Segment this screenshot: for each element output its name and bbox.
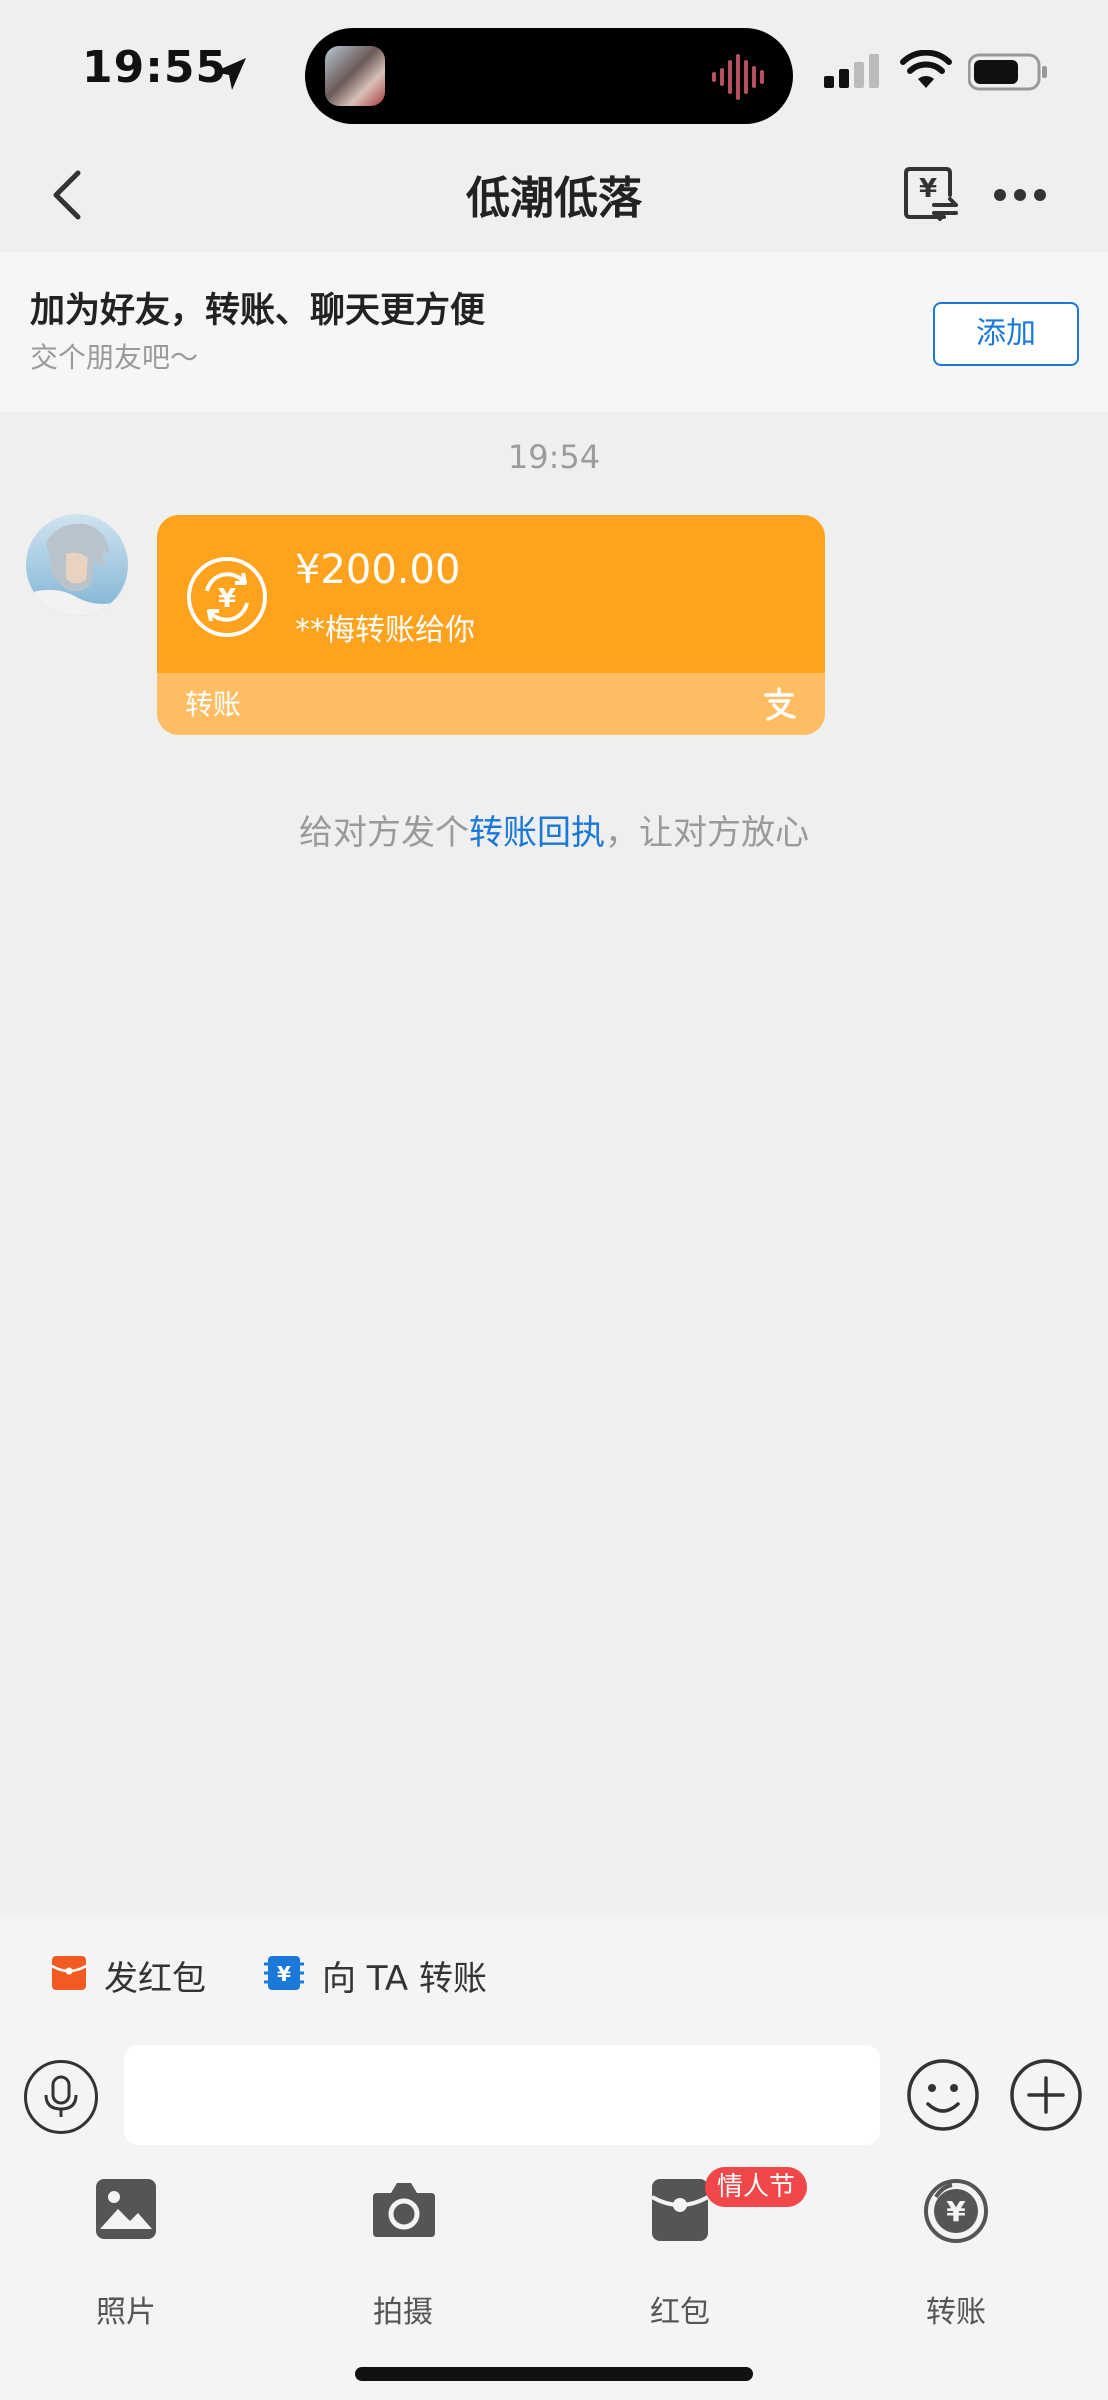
transfer-icon: ¥ (264, 1956, 304, 1990)
transfer-message-card[interactable]: ¥ ¥200.00 **梅转账给你 转账 (157, 515, 825, 735)
send-red-packet-label: 发红包 (104, 1959, 206, 1999)
more-tools-button[interactable] (1009, 2058, 1083, 2132)
svg-text:¥: ¥ (277, 1962, 291, 1986)
home-indicator[interactable] (355, 2367, 753, 2381)
emoji-button[interactable] (906, 2058, 980, 2132)
alipay-icon (764, 687, 796, 721)
battery-icon (968, 53, 1047, 91)
location-arrow-icon (214, 58, 246, 90)
banner-title: 加为好友，转账、聊天更方便 (30, 291, 486, 331)
avatar-image (26, 514, 128, 616)
message-input[interactable] (124, 2045, 880, 2145)
transfer-circle-icon: ¥ (187, 557, 267, 637)
red-packet-icon (51, 1956, 87, 1990)
transfer-card-label: 转账 (185, 688, 242, 721)
transfer-to-ta-chip[interactable]: ¥ 向 TA 转账 (248, 1939, 498, 2005)
message-timestamp: 19:54 (507, 438, 601, 476)
microphone-icon (44, 2075, 78, 2117)
add-friend-button[interactable]: 添加 (933, 302, 1079, 366)
cellular-signal-icon (824, 54, 879, 88)
tool-red-packet[interactable]: 情人节 红包 (600, 2167, 808, 2330)
bottom-input-panel: 发红包 ¥ 向 TA 转账 照片 拍摄 情人节 红包 ¥ 转账 (0, 1915, 1108, 2400)
transfer-card-footer: 转账 (157, 673, 825, 735)
receipt-tip-before: 给对方发个 (299, 813, 469, 853)
transfer-note: **梅转账给你 (295, 613, 475, 648)
banner-subtitle: 交个朋友吧～ (30, 341, 199, 374)
photo-icon (96, 2179, 156, 2239)
receipt-tip-after: ，让对方放心 (605, 813, 809, 853)
wifi-icon (900, 50, 952, 88)
tool-red-packet-label: 红包 (650, 2295, 710, 2330)
tool-camera[interactable]: 拍摄 (323, 2177, 483, 2330)
transfer-to-ta-label: 向 TA 转账 (322, 1959, 488, 1999)
tool-photo-label: 照片 (96, 2295, 156, 2330)
valentine-badge: 情人节 (705, 2167, 808, 2207)
dynamic-island[interactable] (305, 28, 793, 124)
tool-camera-label: 拍摄 (373, 2295, 433, 2330)
red-packet-icon (651, 2179, 709, 2241)
audio-wave-icon (712, 54, 764, 100)
media-thumbnail (325, 46, 385, 106)
svg-text:¥: ¥ (218, 584, 236, 614)
more-options-button[interactable] (990, 175, 1050, 215)
tool-transfer-label: 转账 (926, 2295, 986, 2330)
voice-input-button[interactable] (24, 2060, 98, 2134)
svg-text:¥: ¥ (946, 2195, 966, 2228)
status-time: 19:55 (82, 42, 228, 93)
transfer-amount: ¥200.00 (295, 547, 461, 593)
receipt-tip: 给对方发个转账回执，让对方放心 (0, 805, 1108, 854)
avatar[interactable] (26, 514, 128, 616)
transfer-record-icon[interactable]: ¥ (900, 165, 962, 227)
add-friend-banner: 加为好友，转账、聊天更方便 交个朋友吧～ 添加 (0, 252, 1108, 412)
transfer-receipt-link[interactable]: 转账回执 (469, 813, 605, 853)
send-red-packet-chip[interactable]: 发红包 (30, 1939, 230, 2005)
svg-text:¥: ¥ (919, 174, 937, 204)
tool-photo[interactable]: 照片 (46, 2177, 206, 2330)
tool-transfer[interactable]: ¥ 转账 (876, 2177, 1036, 2330)
